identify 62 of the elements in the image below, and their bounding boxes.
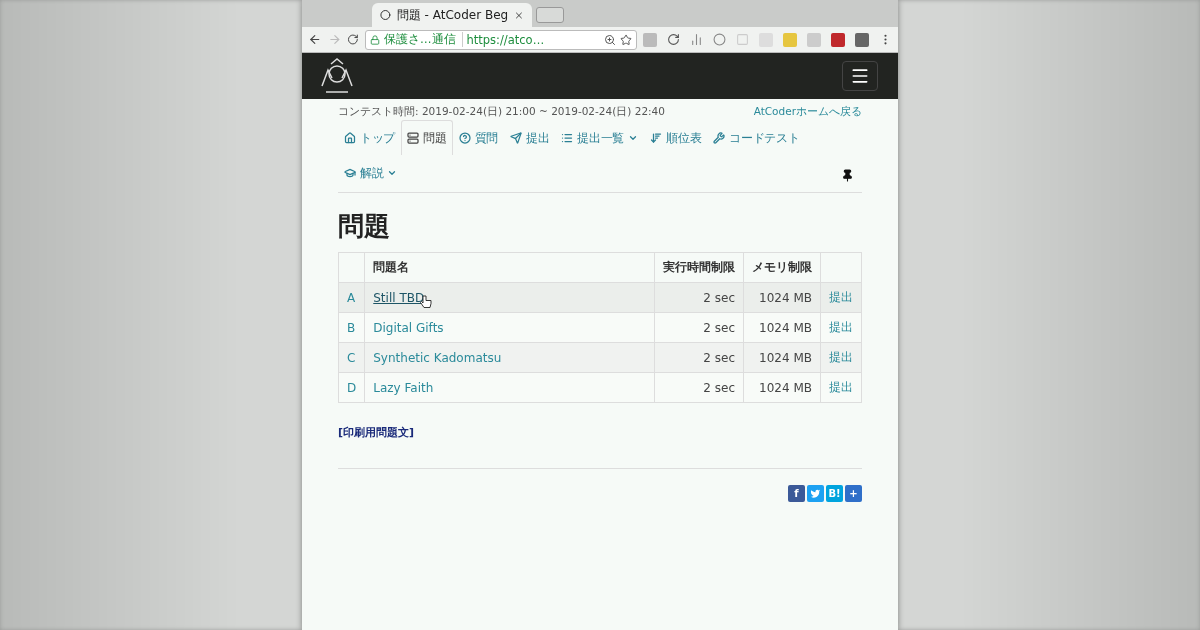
task-id-link[interactable]: D xyxy=(347,380,357,395)
time-limit-cell: 2 sec xyxy=(654,372,744,403)
task-link[interactable]: Digital Gifts xyxy=(373,320,444,335)
memory-limit-cell: 1024 MB xyxy=(743,282,821,313)
url-text: https://atco… xyxy=(466,32,546,47)
help-icon xyxy=(458,132,471,144)
browser-tab[interactable]: 問題 - AtCoder Beg xyxy=(372,3,532,27)
contest-time: コンテスト時間: 2019-02-24(日) 21:00 ~ 2019-02-24(日) 22:40 xyxy=(338,104,665,119)
home-icon xyxy=(344,132,356,144)
task-id-link[interactable]: B xyxy=(347,320,356,335)
nav-tab[interactable]: 問題 xyxy=(401,120,453,155)
wrench-icon xyxy=(713,132,726,144)
nav-tab[interactable]: 順位表 xyxy=(644,120,708,155)
extension-icon[interactable] xyxy=(831,32,845,47)
circle-icon[interactable] xyxy=(713,33,726,46)
task-link[interactable]: Lazy Faith xyxy=(373,380,434,395)
task-id-link[interactable]: C xyxy=(347,350,356,365)
extension-icon[interactable] xyxy=(855,32,869,47)
new-tab-button[interactable] xyxy=(536,7,564,23)
twitter-share-button[interactable] xyxy=(807,485,824,502)
pin-icon[interactable] xyxy=(841,169,854,182)
menu-button[interactable] xyxy=(842,61,878,91)
column-header: 実行時間制限 xyxy=(654,252,744,283)
facebook-share-button[interactable]: f xyxy=(788,485,805,502)
zoom-icon[interactable] xyxy=(604,33,616,46)
nav-tab[interactable]: 提出 xyxy=(503,120,556,155)
print-link[interactable]: [印刷用問題文] xyxy=(338,425,415,440)
nav-tab[interactable]: 解説 xyxy=(338,155,404,190)
graduation-cap-icon xyxy=(344,167,356,179)
close-icon[interactable] xyxy=(514,9,524,21)
home-link[interactable]: AtCoderホームへ戻る xyxy=(753,104,862,119)
sort-icon xyxy=(650,132,663,144)
column-header: 問題名 xyxy=(364,252,655,283)
page-heading: 問題 xyxy=(338,210,391,243)
time-limit-cell: 2 sec xyxy=(654,342,744,373)
send-icon xyxy=(509,132,522,144)
menu-icon xyxy=(850,66,870,86)
add-share-button[interactable]: + xyxy=(845,485,862,502)
time-limit-cell: 2 sec xyxy=(654,312,744,343)
security-label: 保護さ…通信 xyxy=(384,32,463,47)
nav-tab[interactable]: コードテスト xyxy=(707,120,806,155)
task-id-link[interactable]: A xyxy=(347,290,356,305)
address-bar[interactable]: 保護さ…通信 https://atco… xyxy=(365,29,637,50)
sync-icon[interactable] xyxy=(667,33,680,46)
nav-tab[interactable]: 提出一覧 xyxy=(555,120,645,155)
time-limit-cell: 2 sec xyxy=(654,282,744,313)
bird-icon xyxy=(810,488,821,499)
nav-tab[interactable]: 質問 xyxy=(452,120,504,155)
nav-tab[interactable]: トップ xyxy=(338,120,402,155)
task-link[interactable]: Still TBD xyxy=(373,290,425,305)
star-icon[interactable] xyxy=(620,33,632,46)
logo-icon xyxy=(380,9,391,21)
memory-limit-cell: 1024 MB xyxy=(743,372,821,403)
tab-title: 問題 - AtCoder Beg xyxy=(396,6,509,24)
chart-icon[interactable] xyxy=(690,33,703,46)
memory-limit-cell: 1024 MB xyxy=(743,312,821,343)
reload-icon[interactable] xyxy=(347,33,359,46)
hatena-share-button[interactable]: B! xyxy=(826,485,843,502)
memory-limit-cell: 1024 MB xyxy=(743,342,821,373)
column-header: メモリ制限 xyxy=(743,252,821,283)
back-icon[interactable] xyxy=(308,32,322,47)
lock-icon xyxy=(370,34,380,45)
